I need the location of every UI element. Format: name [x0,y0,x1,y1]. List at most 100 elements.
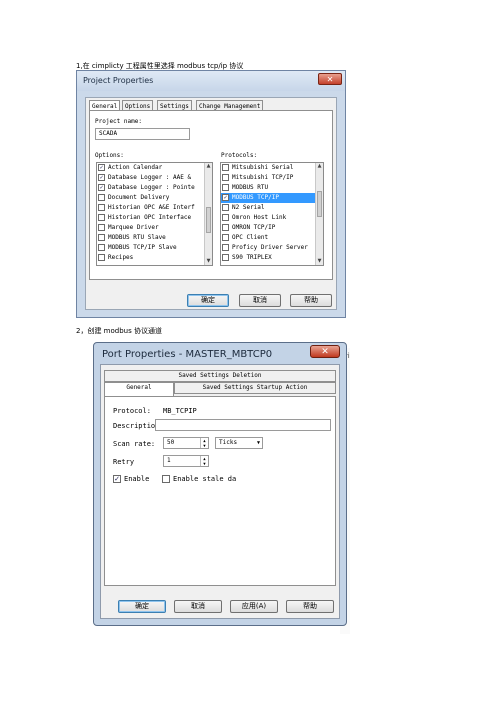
cancel-button[interactable]: 取消 [239,294,281,307]
checkbox[interactable]: ✓ [222,194,229,201]
protocol-item[interactable]: OMRON TCP/IP [221,223,323,233]
protocol-item[interactable]: Mitsubishi TCP/IP [221,173,323,183]
protocol-label: Protocol: [113,407,151,415]
protocol-item[interactable]: Omron Host Link [221,213,323,223]
scroll-down-icon[interactable]: ▼ [316,258,323,265]
option-item-label: MODBUS TCP/IP Slave [108,244,177,251]
options-list[interactable]: ✓ Action Calendar ✓ Database Logger : AAE &… [96,162,213,266]
option-item[interactable]: Document Delivery [97,193,212,203]
checkbox[interactable] [98,254,105,261]
scroll-up-icon[interactable]: ▲ [205,163,212,170]
enable-stale-data-label: Enable stale da [173,475,237,483]
option-item-label: Historian OPC Interface [108,214,192,221]
protocol-item-label: OMRON TCP/IP [232,224,276,231]
options-label: Options: [95,152,124,159]
checkbox[interactable] [222,224,229,231]
option-item-label: Database Logger : Pointe [108,184,195,191]
retry-input[interactable]: 1 ▲ ▼ [163,455,209,467]
checkbox[interactable] [222,204,229,211]
scroll-thumb[interactable] [317,191,322,217]
protocol-item[interactable]: N2 Serial [221,203,323,213]
window-title: Port Properties - MASTER_MBTCP0 [102,349,273,360]
project-properties-window: Project Properties ✕ General Options Set… [76,70,346,318]
enable-stale-data-checkbox[interactable] [162,475,170,483]
checkbox[interactable] [222,164,229,171]
option-item[interactable]: Historian OPC A&E Interf [97,203,212,213]
protocol-item[interactable]: OPC Client [221,233,323,243]
protocol-item[interactable]: Mitsubishi Serial [221,163,323,173]
general-panel: Protocol: MB_TCPIP Description Scan rate… [104,396,336,586]
protocol-value: MB_TCPIP [163,407,197,415]
title-bar[interactable]: Project Properties ✕ [77,71,345,91]
protocol-item[interactable]: MODBUS RTU [221,183,323,193]
option-item[interactable]: ✓ Database Logger : AAE & [97,173,212,183]
option-item[interactable]: Recipes [97,253,212,263]
enable-checkbox[interactable]: ✓ [113,475,121,483]
apply-button[interactable]: 应用(A) [230,600,278,613]
ok-button[interactable]: 确定 [118,600,166,613]
window-title: Project Properties [83,76,154,85]
protocol-item-label: OPC Client [232,234,269,241]
close-button[interactable]: ✕ [310,345,340,358]
tab-saved-settings-deletion[interactable]: Saved Settings Deletion [104,370,336,382]
checkbox[interactable]: ✓ [98,184,105,191]
checkbox[interactable]: ✓ [98,174,105,181]
option-item[interactable]: ✓ Database Logger : Pointe [97,183,212,193]
chevron-down-icon: ▼ [256,440,260,446]
option-item-label: Action Calendar [108,164,163,171]
protocol-item[interactable]: S90 TRIPLEX [221,253,323,263]
scroll-thumb[interactable] [206,207,211,233]
scan-unit-select[interactable]: Ticks ▼ [215,437,263,449]
checkbox[interactable] [222,244,229,251]
protocol-item-label: MODBUS RTU [232,184,269,191]
checkbox[interactable] [98,244,105,251]
option-item-label: MODBUS RTU Slave [108,234,166,241]
checkbox[interactable]: ✓ [98,164,105,171]
checkbox[interactable] [98,224,105,231]
vertical-scrollbar[interactable]: ▲ ▼ [315,163,323,265]
tab-general[interactable]: General [104,382,174,397]
general-panel: Project name: SCADA Options: Protocols: … [89,110,333,280]
protocol-item[interactable]: ✓ MODBUS TCP/IP [221,193,323,203]
checkbox[interactable] [222,174,229,181]
vertical-scrollbar[interactable]: ▲ ▼ [204,163,212,265]
option-item[interactable]: ✓ Action Calendar [97,163,212,173]
description-label: Description [113,422,160,430]
option-item[interactable]: MODBUS TCP/IP Slave [97,243,212,253]
enable-label: Enable [124,475,150,483]
protocols-list[interactable]: Mitsubishi Serial Mitsubishi TCP/IP MODBUS… [220,162,324,266]
checkbox[interactable] [98,194,105,201]
checkbox[interactable] [98,204,105,211]
spin-arrows-icon[interactable]: ▲ ▼ [200,456,208,466]
ok-button[interactable]: 确定 [187,294,229,307]
help-button[interactable]: 帮助 [286,600,334,613]
retry-value: 1 [167,457,171,464]
cancel-button[interactable]: 取消 [174,600,222,613]
checkbox[interactable] [98,214,105,221]
checkbox[interactable] [222,254,229,261]
scroll-up-icon[interactable]: ▲ [316,163,323,170]
port-properties-window: Port Properties - MASTER_MBTCP0 ✕ Saved … [93,342,347,626]
checkbox[interactable] [98,234,105,241]
scan-rate-input[interactable]: 50 ▲ ▼ [163,437,209,449]
tab-saved-settings-startup-action[interactable]: Saved Settings Startup Action [174,382,336,394]
protocol-item-label: Omron Host Link [232,214,287,221]
help-button[interactable]: 帮助 [290,294,332,307]
checkbox[interactable] [222,214,229,221]
dialog-body: Saved Settings Deletion General Saved Se… [100,364,340,619]
option-item[interactable]: Historian OPC Interface [97,213,212,223]
project-name-input[interactable]: SCADA [95,128,190,140]
scan-rate-label: Scan rate: [113,440,156,448]
close-button[interactable]: ✕ [318,73,342,85]
option-item[interactable]: Marquee Driver [97,223,212,233]
checkbox[interactable] [222,234,229,241]
project-name-label: Project name: [95,118,142,125]
description-input[interactable] [155,419,331,431]
protocol-item[interactable]: Proficy Driver Server [221,243,323,253]
option-item[interactable]: MODBUS RTU Slave [97,233,212,243]
scroll-down-icon[interactable]: ▼ [205,258,212,265]
spin-arrows-icon[interactable]: ▲ ▼ [200,438,208,448]
protocol-item-label: Mitsubishi Serial [232,164,294,171]
checkbox[interactable] [222,184,229,191]
dialog-body: General Options Settings Change Manageme… [85,97,337,310]
